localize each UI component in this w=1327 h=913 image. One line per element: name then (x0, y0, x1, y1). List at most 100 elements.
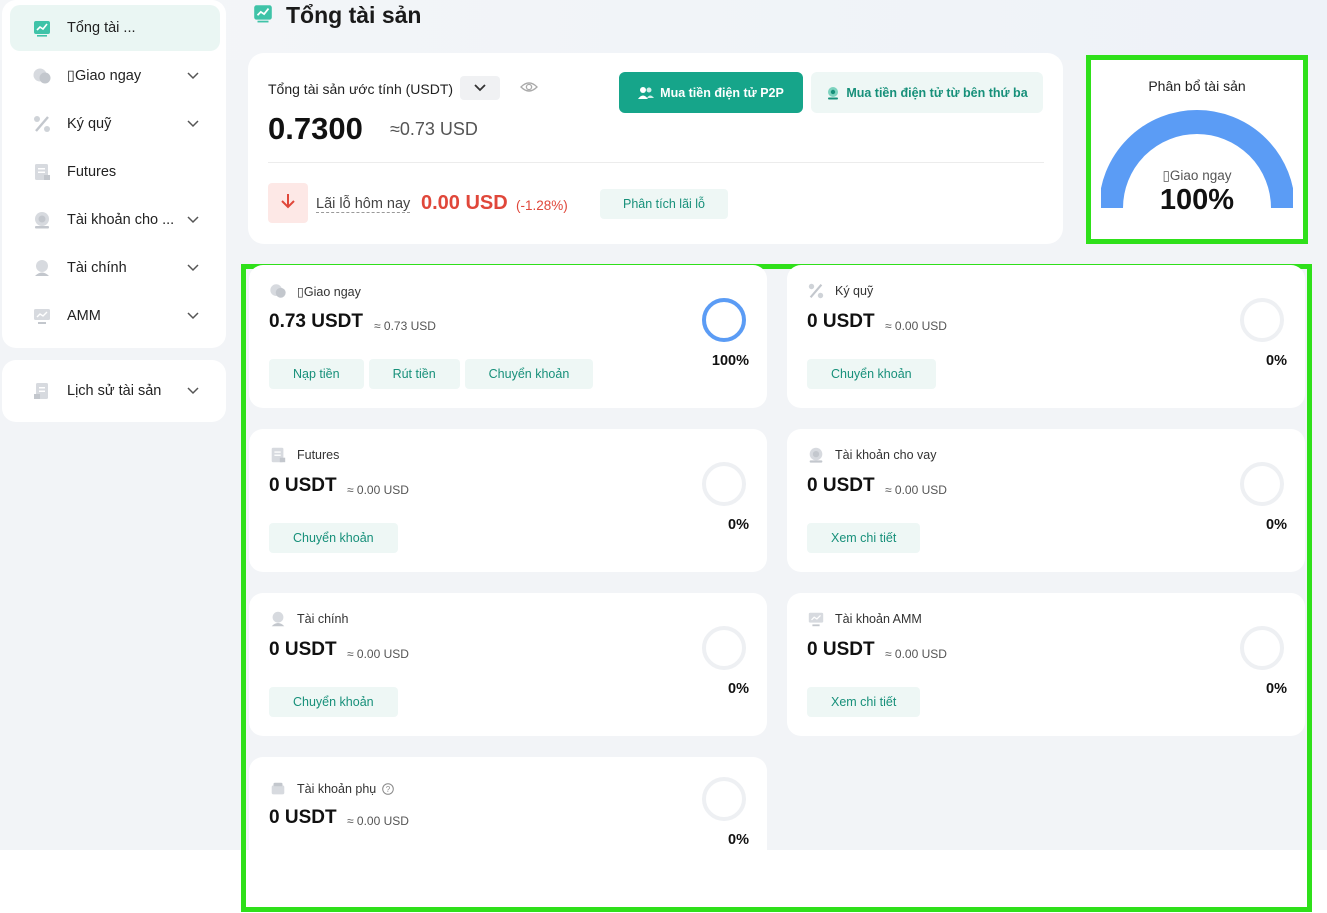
sidebar-item-label: AMM (67, 308, 101, 324)
account-card-amm: Tài khoản AMM 0 USDT ≈ 0.00 USD 0% Xem c… (787, 593, 1305, 736)
sidebar-item-finance[interactable]: Tài chính (10, 245, 220, 291)
sidebar-item-label: Ký quỹ (67, 116, 112, 132)
chart-icon (252, 2, 274, 29)
transfer-button[interactable]: Chuyển khoản (269, 687, 398, 717)
coin-icon (269, 282, 287, 300)
percent-icon (807, 282, 825, 300)
chart-icon (32, 18, 52, 38)
account-usd-value: ≈ 0.00 USD (885, 647, 947, 661)
account-share-ring (702, 626, 746, 670)
sub-account-icon (269, 780, 287, 798)
sidebar-item-futures[interactable]: Futures (10, 149, 220, 195)
today-pnl-value: 0.00 USD (421, 192, 508, 214)
buy-p2p-button[interactable]: Mua tiền điện tử P2P (619, 72, 803, 113)
account-usd-value: ≈ 0.00 USD (885, 483, 947, 497)
total-value: 0.7300 (268, 111, 363, 146)
third-party-icon (826, 86, 840, 100)
account-percent: 0% (1266, 681, 1287, 697)
account-value: 0 USDT (269, 807, 337, 828)
buy-p2p-label: Mua tiền điện tử P2P (660, 85, 784, 100)
account-share-ring (1240, 626, 1284, 670)
chevron-down-icon[interactable] (186, 213, 200, 227)
monitor-icon (32, 306, 52, 326)
sidebar-item-lending[interactable]: Tài khoản cho ... (10, 197, 220, 243)
account-value: 0 USDT (807, 311, 875, 332)
lending-icon (807, 446, 825, 464)
chevron-down-icon[interactable] (186, 384, 200, 398)
finance-icon (269, 610, 287, 628)
account-usd-value: ≈ 0.00 USD (347, 483, 409, 497)
divider (268, 162, 1044, 163)
buy-third-party-button[interactable]: Mua tiền điện tử từ bên thứ ba (811, 72, 1043, 113)
arrow-down-icon (281, 193, 295, 214)
users-icon (638, 86, 655, 100)
account-percent: 100% (711, 353, 749, 369)
chevron-down-icon[interactable] (186, 309, 200, 323)
chevron-down-icon[interactable] (186, 261, 200, 275)
sidebar-item-overview[interactable]: Tổng tài ... (10, 5, 220, 51)
currency-dropdown[interactable] (460, 76, 500, 100)
withdraw-button[interactable]: Rút tiền (368, 359, 460, 389)
sidebar-item-label: Futures (67, 164, 117, 180)
account-value: 0 USDT (269, 475, 337, 496)
total-usd-value: ≈0.73 USD (390, 119, 478, 139)
transfer-button[interactable]: Chuyển khoản (807, 359, 936, 389)
monitor-icon (807, 610, 825, 628)
view-details-button[interactable]: Xem chi tiết (807, 687, 921, 717)
eye-icon[interactable] (520, 80, 538, 99)
account-usd-value: ≈ 0.00 USD (347, 647, 409, 661)
sidebar-item-history[interactable]: Lịch sử tài sản (10, 368, 220, 414)
svg-text:?: ? (386, 785, 391, 794)
loss-indicator (268, 183, 308, 223)
account-value: 0 USDT (269, 639, 337, 660)
account-share-ring (702, 777, 746, 821)
chevron-down-icon (474, 79, 486, 97)
history-icon (32, 381, 52, 401)
sidebar-item-label: Tổng tài ... (67, 20, 136, 36)
sidebar-item-label: ▯Giao ngay (67, 68, 142, 84)
today-pnl-label[interactable]: Lãi lỗ hôm nay (316, 196, 411, 213)
page-header: Tổng tài sản (252, 2, 421, 29)
account-share-ring (1240, 462, 1284, 506)
account-share-ring (702, 298, 746, 342)
sidebar-item-label: Tài chính (67, 260, 127, 276)
sidebar-history: Lịch sử tài sản (2, 360, 226, 422)
transfer-button[interactable]: Chuyển khoản (269, 523, 398, 553)
account-usd-value: ≈ 0.73 USD (374, 319, 436, 333)
buy-third-party-label: Mua tiền điện tử từ bên thứ ba (846, 85, 1028, 100)
view-details-button[interactable]: Xem chi tiết (807, 523, 921, 553)
account-share-ring (1240, 298, 1284, 342)
account-name: Ký quỹ (835, 284, 874, 298)
account-percent: 0% (1266, 517, 1287, 533)
chevron-down-icon[interactable] (186, 117, 200, 131)
finance-icon (32, 258, 52, 278)
account-card-lending: Tài khoản cho vay 0 USDT ≈ 0.00 USD 0% X… (787, 429, 1305, 572)
deposit-button[interactable]: Nạp tiền (269, 359, 364, 389)
percent-icon (32, 114, 52, 134)
document-icon (269, 446, 287, 464)
account-value: 0 USDT (807, 475, 875, 496)
coin-icon (32, 66, 52, 86)
chevron-down-icon[interactable] (186, 69, 200, 83)
account-card-margin: Ký quỹ 0 USDT ≈ 0.00 USD 0% Chuyển khoản (787, 265, 1305, 408)
sidebar-item-amm[interactable]: AMM (10, 293, 220, 339)
transfer-button[interactable]: Chuyển khoản (464, 359, 594, 389)
allocation-percent: 100% (1159, 184, 1235, 216)
page-title: Tổng tài sản (286, 2, 422, 28)
account-percent: 0% (728, 517, 749, 533)
document-icon (32, 162, 52, 182)
pnl-analysis-button[interactable]: Phân tích lãi lỗ (600, 189, 728, 219)
sidebar-item-spot[interactable]: ▯Giao ngay (10, 53, 220, 99)
account-value: 0.73 USDT (269, 311, 363, 332)
asset-allocation-card: Phân bổ tài sản ▯Giao ngay 100% (1086, 55, 1308, 244)
account-name: ▯Giao ngay (297, 284, 361, 299)
account-name: Futures (297, 448, 340, 462)
account-name: Tài khoản AMM (835, 612, 922, 626)
account-percent: 0% (728, 832, 749, 848)
account-name: Tài khoản phụ (297, 782, 377, 796)
account-name: Tài khoản cho vay (835, 448, 937, 462)
sidebar-item-margin[interactable]: Ký quỹ (10, 101, 220, 147)
account-value: 0 USDT (807, 639, 875, 660)
question-icon[interactable]: ? (382, 783, 395, 795)
total-assets-card: Tổng tài sản ước tính (USDT) 0.7300 ≈0.7… (248, 53, 1063, 244)
